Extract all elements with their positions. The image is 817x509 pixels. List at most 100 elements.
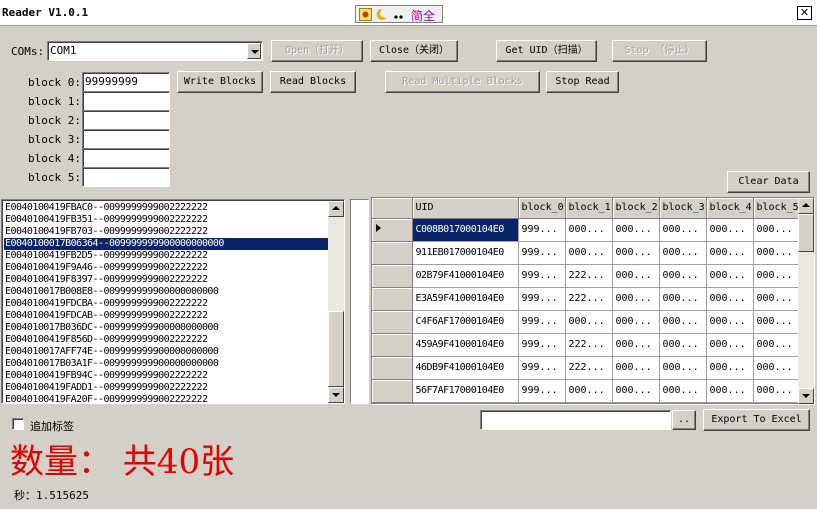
row-header[interactable] — [372, 287, 413, 311]
table-row[interactable]: C008B017000104E0 999... 000... 000... 000...… — [372, 218, 801, 242]
block-cell[interactable]: 000... — [753, 379, 801, 403]
list-item[interactable]: E004010017B008E8--009999999900000000000 — [4, 286, 329, 298]
list-item[interactable]: E0040100419FDCAB--0099999999002222222 — [4, 310, 329, 322]
block-cell[interactable]: 000... — [706, 287, 754, 311]
block-5-input[interactable] — [82, 167, 170, 187]
close-window-button[interactable]: ✕ — [797, 6, 812, 20]
list-item[interactable]: E004010017B03A1F--009999999900000000000 — [4, 358, 329, 370]
stop-button[interactable]: Stop （停止） — [612, 40, 707, 62]
block-cell[interactable]: 000... — [659, 287, 707, 311]
row-header[interactable] — [372, 218, 413, 242]
block-cell[interactable]: 000... — [659, 310, 707, 334]
block-cell[interactable]: 999... — [518, 379, 566, 403]
grid-scrollbar[interactable] — [798, 198, 814, 404]
read-blocks-button[interactable]: Read Blocks — [270, 71, 356, 93]
column-header[interactable]: UID — [412, 198, 519, 219]
column-header[interactable]: block_4 — [706, 198, 754, 219]
block-cell[interactable]: 000... — [659, 241, 707, 265]
scroll-up-icon[interactable] — [798, 198, 814, 214]
block-cell[interactable]: 000... — [706, 379, 754, 403]
ime-mode-label[interactable]: 简全 — [411, 7, 435, 24]
block-cell[interactable]: 000... — [612, 379, 660, 403]
append-tag-checkbox[interactable] — [12, 418, 24, 430]
scroll-up-icon[interactable] — [328, 201, 344, 217]
list-item[interactable]: E0040100419FADD1--0099999999002222222 — [4, 382, 329, 394]
block-cell[interactable]: 000... — [659, 264, 707, 288]
read-multiple-blocks-button[interactable]: Read Multiple Blocks — [385, 71, 540, 93]
list-item[interactable]: E0040100419FB351--0099999999002222222 — [4, 214, 329, 226]
block-cell[interactable]: 000... — [612, 287, 660, 311]
column-header[interactable]: block_0 — [518, 198, 566, 219]
data-grid[interactable]: UID block_0 block_1 block_2 block_3 block_4 bl… — [371, 197, 815, 405]
list-item[interactable]: E0040100419FDCBA--0099999999002222222 — [4, 298, 329, 310]
chevron-down-icon[interactable] — [247, 43, 261, 59]
write-blocks-button[interactable]: Write Blocks — [177, 71, 263, 93]
block-cell[interactable]: 000... — [753, 310, 801, 334]
block-1-input[interactable] — [82, 91, 170, 111]
uid-cell[interactable]: C008B017000104E0 — [412, 218, 519, 242]
uid-cell[interactable]: E3A59F41000104E0 — [412, 287, 519, 311]
tag-list-scrollbar[interactable] — [328, 201, 344, 403]
scroll-thumb[interactable] — [328, 311, 344, 387]
row-header[interactable] — [372, 379, 413, 403]
table-row[interactable]: 02B79F41000104E0 999... 222... 000... 000...… — [372, 264, 801, 288]
table-row[interactable]: 459A9F41000104E0 999... 222... 000... 000...… — [372, 333, 801, 357]
block-4-input[interactable] — [82, 148, 170, 168]
block-cell[interactable]: 000... — [565, 241, 613, 265]
uid-cell[interactable]: 02B79F41000104E0 — [412, 264, 519, 288]
block-cell[interactable]: 999... — [518, 310, 566, 334]
block-cell[interactable]: 999... — [518, 287, 566, 311]
block-cell[interactable]: 000... — [706, 356, 754, 380]
uid-cell[interactable]: 911EB017000104E0 — [412, 241, 519, 265]
list-item[interactable]: E0040100419FBAC0--0099999999002222222 — [4, 202, 329, 214]
uid-cell[interactable]: 46DB9F41000104E0 — [412, 356, 519, 380]
block-cell[interactable]: 222... — [565, 287, 613, 311]
block-cell[interactable]: 000... — [753, 333, 801, 357]
clear-data-button[interactable]: Clear Data — [727, 171, 810, 193]
block-cell[interactable]: 000... — [612, 264, 660, 288]
export-excel-button[interactable]: Export To Excel — [703, 409, 810, 431]
column-header[interactable]: block_2 — [612, 198, 660, 219]
block-cell[interactable]: 000... — [612, 310, 660, 334]
list-item[interactable]: E0040100419FB94C--0099999999002222222 — [4, 370, 329, 382]
row-header[interactable] — [372, 333, 413, 357]
block-cell[interactable]: 999... — [518, 241, 566, 265]
com-select[interactable]: COM1 — [47, 41, 263, 61]
block-cell[interactable]: 000... — [706, 310, 754, 334]
block-cell[interactable]: 000... — [706, 241, 754, 265]
block-cell[interactable]: 000... — [659, 218, 707, 242]
block-cell[interactable]: 000... — [612, 241, 660, 265]
block-cell[interactable]: 000... — [659, 379, 707, 403]
list-item[interactable]: E0040100419FB2D5--0099999999002222222 — [4, 250, 329, 262]
column-header[interactable]: block_3 — [659, 198, 707, 219]
scroll-thumb[interactable] — [798, 214, 814, 252]
moon-icon[interactable] — [375, 8, 388, 21]
tag-list[interactable]: E0040100419FBAC0--0099999999002222222 E00… — [1, 199, 345, 404]
block-cell[interactable]: 000... — [753, 287, 801, 311]
scroll-down-icon[interactable] — [328, 387, 344, 403]
table-row[interactable]: E3A59F41000104E0 999... 222... 000... 000...… — [372, 287, 801, 311]
ime-toolbar[interactable]: 简全 — [355, 5, 443, 23]
block-cell[interactable]: 000... — [565, 379, 613, 403]
punctuation-icon[interactable] — [392, 8, 405, 21]
block-cell[interactable]: 000... — [612, 356, 660, 380]
list-item[interactable]: E0040100419F856D--0099999999002222222 — [4, 334, 329, 346]
block-cell[interactable]: 000... — [659, 333, 707, 357]
list-item[interactable]: E0040100419FA20F--0099999999002222222 — [4, 394, 329, 403]
export-path-input[interactable] — [480, 410, 671, 430]
column-header[interactable]: block_5 — [753, 198, 801, 219]
block-cell[interactable]: 000... — [753, 218, 801, 242]
block-cell[interactable]: 999... — [518, 264, 566, 288]
table-row[interactable]: C4F6AF17000104E0 999... 000... 000... 000...… — [372, 310, 801, 334]
block-cell[interactable]: 000... — [753, 241, 801, 265]
block-3-input[interactable] — [82, 129, 170, 149]
list-item[interactable]: E0040100419FB703--0099999999002222222 — [4, 226, 329, 238]
close-port-button[interactable]: Close（关闭） — [370, 40, 458, 62]
table-row[interactable]: 56F7AF17000104E0 999... 000... 000... 000...… — [372, 379, 801, 403]
open-button[interactable]: Open（打开） — [271, 40, 363, 62]
block-cell[interactable]: 000... — [612, 218, 660, 242]
column-header[interactable]: block_1 — [565, 198, 613, 219]
block-cell[interactable]: 000... — [565, 310, 613, 334]
block-cell[interactable]: 999... — [518, 356, 566, 380]
block-cell[interactable]: 000... — [753, 264, 801, 288]
